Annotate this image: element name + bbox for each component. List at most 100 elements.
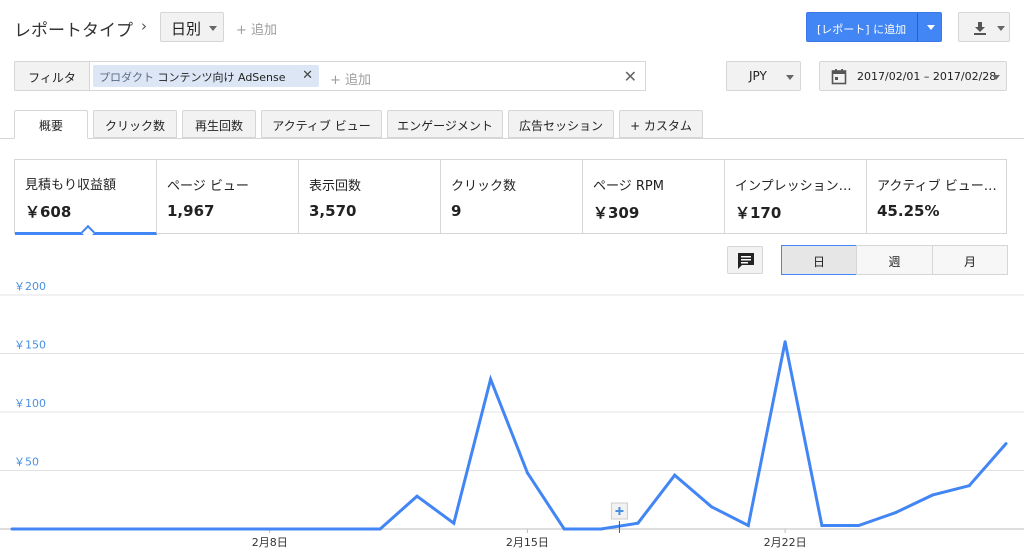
currency-value: JPY <box>749 69 767 83</box>
tab-active-view[interactable]: アクティブ ビュー <box>261 110 382 138</box>
series-line <box>12 341 1008 531</box>
caret-down-icon <box>786 75 794 80</box>
metric-value: 1,967 <box>167 202 215 220</box>
close-icon[interactable]: ✕ <box>302 68 313 83</box>
granularity-dropdown[interactable]: 日別 <box>160 12 224 42</box>
y-tick-label: ￥150 <box>14 339 46 352</box>
metric-card-page-rpm[interactable]: ページ RPM ￥309 <box>583 160 725 233</box>
add-to-report-label: [レポート] に追加 <box>817 23 907 36</box>
y-tick-label: ￥200 <box>14 282 46 293</box>
data-point[interactable] <box>783 340 787 344</box>
button-divider <box>917 13 918 41</box>
data-point[interactable] <box>1004 442 1008 446</box>
date-range-dropdown[interactable]: 2017/02/01 – 2017/02/28 <box>819 61 1007 91</box>
data-point[interactable] <box>47 527 51 531</box>
caret-down-icon <box>209 26 217 31</box>
tab-ad-sessions[interactable]: 広告セッション <box>508 110 614 138</box>
y-tick-label: ￥100 <box>14 397 46 410</box>
metric-card-estimated-revenue[interactable]: 見積もり収益額 ￥608 <box>15 159 157 240</box>
data-point[interactable] <box>525 471 529 475</box>
data-point[interactable] <box>746 523 750 527</box>
metric-title: ページ RPM <box>593 179 664 194</box>
annotation-button[interactable] <box>727 246 763 274</box>
revenue-line-chart: ￥200 ￥150 ￥100 ￥50 2月8日 2月15日 2月22日 <box>0 282 1024 549</box>
clear-filter-icon[interactable]: ✕ <box>624 67 637 86</box>
filter-chip-value: コンテンツ向け AdSense <box>157 71 286 84</box>
metric-title: 表示回数 <box>309 179 362 194</box>
filter-button[interactable]: フィルタ <box>14 61 90 91</box>
add-to-report-button[interactable]: [レポート] に追加 <box>806 12 942 42</box>
filter-chip[interactable]: プロダクト コンテンツ向け AdSense ✕ <box>93 65 319 87</box>
metric-title: インプレッション… <box>735 179 852 194</box>
metric-card-impressions[interactable]: 表示回数 3,570 <box>299 160 441 233</box>
calendar-icon <box>831 69 847 85</box>
metric-title: ページ ビュー <box>167 179 249 194</box>
data-point[interactable] <box>194 527 198 531</box>
data-point[interactable] <box>857 523 861 527</box>
metric-card-impression-rpm[interactable]: インプレッション… ￥170 <box>725 160 867 233</box>
data-point[interactable] <box>268 527 272 531</box>
data-point[interactable] <box>562 527 566 531</box>
data-point[interactable] <box>415 494 419 498</box>
data-point[interactable] <box>930 493 934 497</box>
metric-cards: 見積もり収益額 ￥608 ページ ビュー 1,967 表示回数 3,570 クリ… <box>14 159 1007 240</box>
data-point[interactable] <box>231 527 235 531</box>
x-tick-label: 2月15日 <box>506 536 549 549</box>
data-point[interactable] <box>305 527 309 531</box>
tab-overview[interactable]: 概要 <box>14 110 88 139</box>
add-filter-link[interactable]: + 追加 <box>330 69 371 88</box>
granularity-label: 日別 <box>171 20 202 38</box>
download-button[interactable] <box>958 12 1010 42</box>
metric-value: ￥170 <box>735 204 782 222</box>
tab-views[interactable]: 再生回数 <box>182 110 256 138</box>
caret-down-icon[interactable] <box>927 25 935 30</box>
data-point[interactable] <box>157 527 161 531</box>
report-type-label: レポートタイプ <box>14 21 133 41</box>
period-month-button[interactable]: 月 <box>932 245 1008 275</box>
metric-card-page-views[interactable]: ページ ビュー 1,967 <box>157 160 299 233</box>
filter-input-box[interactable]: プロダクト コンテンツ向け AdSense ✕ + 追加 ✕ <box>89 61 646 91</box>
chevron-right-icon: › <box>141 17 147 35</box>
download-icon <box>974 22 986 35</box>
data-point[interactable] <box>636 521 640 525</box>
data-point[interactable] <box>10 527 14 531</box>
comment-icon <box>738 253 754 269</box>
metric-value: 3,570 <box>309 202 357 220</box>
metric-title: クリック数 <box>451 179 517 194</box>
data-point[interactable] <box>673 473 677 477</box>
tab-clicks[interactable]: クリック数 <box>93 110 177 138</box>
currency-dropdown[interactable]: JPY <box>726 61 801 91</box>
data-point[interactable] <box>820 523 824 527</box>
data-point[interactable] <box>599 527 603 531</box>
metric-card-clicks[interactable]: クリック数 9 <box>441 160 583 233</box>
caret-down-icon <box>997 26 1005 31</box>
caret-down-icon <box>992 75 1000 80</box>
tab-engagement[interactable]: エンゲージメント <box>387 110 503 138</box>
data-point[interactable] <box>709 505 713 509</box>
data-point[interactable] <box>378 527 382 531</box>
data-point[interactable] <box>894 511 898 515</box>
metric-value: ￥309 <box>593 204 640 222</box>
tab-custom[interactable]: + カスタム <box>619 110 703 138</box>
metric-value: 45.25% <box>877 202 940 220</box>
data-point[interactable] <box>341 527 345 531</box>
x-tick-label: 2月8日 <box>252 536 288 549</box>
x-tick-label: 2月22日 <box>764 536 807 549</box>
filter-chip-key: プロダクト <box>99 71 154 84</box>
period-day-button[interactable]: 日 <box>781 245 857 275</box>
metric-card-active-view[interactable]: アクティブ ビュー… 45.25% <box>867 160 1006 233</box>
metric-value: 9 <box>451 202 462 220</box>
tabs-divider <box>0 138 1024 139</box>
data-point[interactable] <box>452 521 456 525</box>
selected-indicator <box>80 224 96 240</box>
data-point[interactable] <box>489 377 493 381</box>
metric-title: アクティブ ビュー… <box>877 179 997 194</box>
data-point[interactable] <box>84 527 88 531</box>
metric-title: 見積もり収益額 <box>25 178 117 193</box>
add-dimension-link[interactable]: + 追加 <box>236 19 277 38</box>
y-tick-label: ￥50 <box>14 456 39 469</box>
date-range-value: 2017/02/01 – 2017/02/28 <box>857 70 997 83</box>
data-point[interactable] <box>967 484 971 488</box>
period-week-button[interactable]: 週 <box>856 245 933 275</box>
data-point[interactable] <box>120 527 124 531</box>
